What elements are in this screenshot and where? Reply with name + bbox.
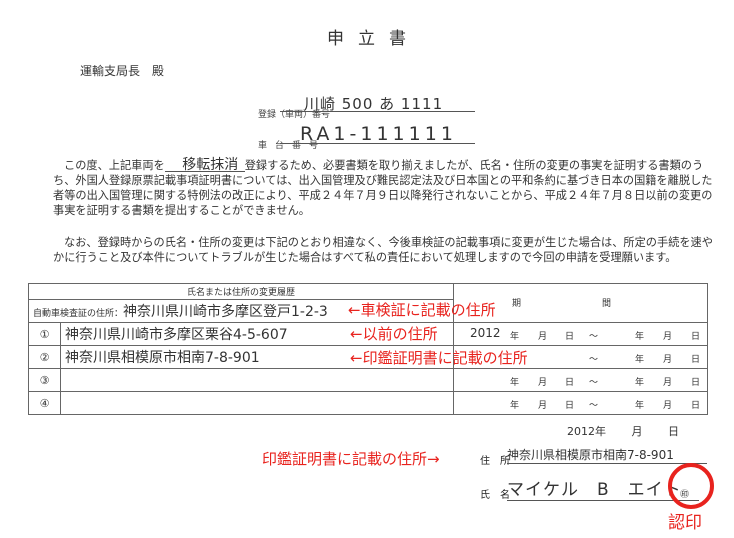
annotation-previous-address: ←以前の住所 bbox=[350, 325, 438, 343]
signature-date: 2012年 月 日 bbox=[567, 423, 679, 439]
row-period: 2012 年 月 日 ～ 年 月 日 bbox=[453, 322, 708, 346]
unit: 日 bbox=[691, 401, 701, 411]
row-period: 年 月 日 ～ 年 月 日 bbox=[453, 391, 708, 415]
applicant-address-value: 神奈川県相模原市相南7-8-901 bbox=[507, 446, 707, 464]
from-year: 2012 bbox=[470, 326, 501, 340]
date-year-unit: 年 bbox=[595, 425, 606, 438]
unit: 年 bbox=[510, 378, 520, 388]
unit: 年 bbox=[635, 378, 645, 388]
document-title: 申立書 bbox=[327, 29, 420, 49]
unit: 月 bbox=[663, 378, 673, 388]
row-address bbox=[60, 368, 454, 392]
handwritten-registration-type: 移転抹消 bbox=[164, 158, 245, 172]
inspection-address: 神奈川県川崎市多摩区登戸1-2-3 bbox=[123, 304, 328, 320]
row-number: ① bbox=[28, 322, 61, 346]
unit: 年 bbox=[635, 355, 645, 365]
unit: 月 bbox=[663, 332, 673, 342]
date-month-unit: 月 bbox=[631, 425, 643, 438]
unit: 月 bbox=[538, 401, 548, 411]
unit: ～ bbox=[589, 332, 599, 342]
unit: 日 bbox=[691, 378, 701, 388]
statement-paragraph-2: なお、登録時からの氏名・住所の変更は下記のとおり相違なく、今後車検証の記載事項に… bbox=[53, 236, 713, 264]
applicant-address-label: 住 所 bbox=[480, 456, 510, 467]
unit: 日 bbox=[565, 378, 575, 388]
unit: 日 bbox=[565, 401, 575, 411]
unit: 日 bbox=[691, 332, 701, 342]
period-header-kan: 間 bbox=[602, 299, 612, 309]
seal-highlight-circle-icon bbox=[668, 463, 714, 509]
row-period: 年 月 日 ～ 年 月 日 bbox=[453, 368, 708, 392]
row-number: ④ bbox=[28, 391, 61, 415]
addressee: 運輸支局長 殿 bbox=[80, 64, 165, 78]
unit: ～ bbox=[589, 355, 599, 365]
unit: 年 bbox=[510, 332, 520, 342]
row-address bbox=[60, 391, 454, 415]
table-row: ④ 年 月 日 ～ 年 月 日 bbox=[28, 391, 708, 415]
unit: 月 bbox=[663, 401, 673, 411]
unit: 年 bbox=[510, 401, 520, 411]
unit: 年 bbox=[635, 401, 645, 411]
date-day-unit: 日 bbox=[668, 425, 679, 438]
row-number: ③ bbox=[28, 368, 61, 392]
table-row: ③ 年 月 日 ～ 年 月 日 bbox=[28, 368, 708, 392]
unit: 月 bbox=[538, 378, 548, 388]
unit: ～ bbox=[589, 378, 599, 388]
registration-value: 川崎 500 あ 1111 bbox=[280, 93, 475, 113]
chassis-value: RA1-111111 bbox=[280, 123, 475, 145]
annotation-seal: 認印 bbox=[668, 513, 702, 533]
unit: 月 bbox=[538, 332, 548, 342]
unit: 月 bbox=[663, 355, 673, 365]
inspection-label: 自動車検査証の住所： bbox=[33, 309, 124, 319]
date-year: 2012 bbox=[567, 425, 595, 438]
row-number: ② bbox=[28, 345, 61, 369]
applicant-name-label: 氏 名 bbox=[480, 490, 510, 501]
unit: ～ bbox=[589, 401, 599, 411]
period-header-ki: 期 bbox=[512, 299, 522, 309]
annotation-seal-cert-arrow: 印鑑証明書に記載の住所→ bbox=[262, 450, 440, 468]
annotation-seal-cert-address: ←印鑑証明書に記載の住所 bbox=[350, 349, 528, 367]
annotation-inspection-address: ←車検証に記載の住所 bbox=[348, 301, 496, 319]
history-header: 氏名または住所の変更履歴 bbox=[28, 283, 454, 300]
statement-paragraph-1: この度、上記車両を 移転抹消 登録するため、必要書類を取り揃えましたが、氏名・住所の… bbox=[53, 158, 718, 218]
unit: 日 bbox=[565, 332, 575, 342]
statement-before: この度、上記車両を bbox=[64, 159, 165, 172]
unit: 日 bbox=[691, 355, 701, 365]
unit: 年 bbox=[635, 332, 645, 342]
